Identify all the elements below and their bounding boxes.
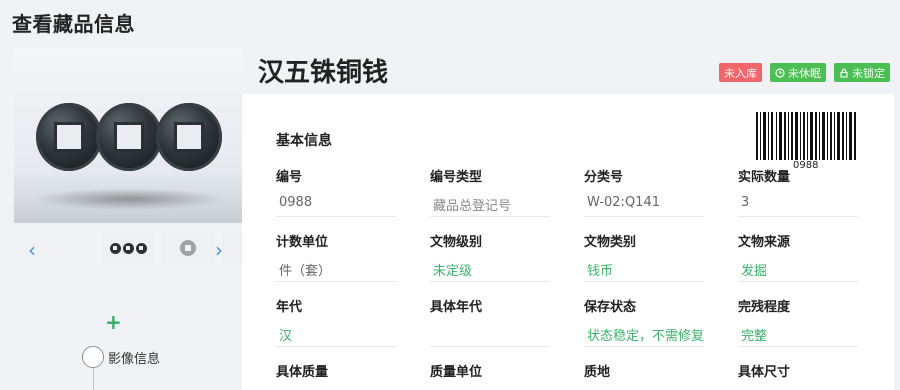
timeline-line bbox=[93, 368, 94, 390]
lock-icon bbox=[840, 68, 848, 78]
timeline-label-imaging[interactable]: 影像信息 bbox=[108, 348, 160, 367]
clock-icon bbox=[775, 67, 785, 78]
field-value: 未定级 bbox=[430, 260, 550, 282]
field-value: 藏品总登记号 bbox=[430, 195, 550, 217]
field-number-type: 编号类型 藏品总登记号 bbox=[430, 166, 550, 217]
status-badges: 未入库 未休眠 未锁定 bbox=[719, 63, 890, 82]
chevron-left-icon[interactable]: ‹ bbox=[28, 238, 36, 262]
coin-image-2 bbox=[96, 103, 162, 171]
field-relic-source: 文物来源 发掘 bbox=[738, 231, 858, 282]
status-badge-label: 未入库 bbox=[724, 66, 757, 80]
field-value: 汉 bbox=[276, 325, 396, 347]
field-label: 实际数量 bbox=[738, 170, 791, 185]
field-label: 具体质量 bbox=[276, 365, 329, 380]
field-label: 文物类别 bbox=[584, 235, 637, 250]
field-label: 质地 bbox=[584, 365, 611, 380]
field-label: 年代 bbox=[276, 300, 303, 315]
field-preservation-status: 保存状态 状态稳定，不需修复 bbox=[584, 296, 704, 347]
field-category-code: 分类号 W-02:Q141 bbox=[584, 166, 704, 217]
field-label: 文物来源 bbox=[738, 235, 791, 250]
field-value bbox=[430, 325, 550, 347]
thumbnail-2[interactable] bbox=[162, 232, 214, 264]
thumbnail-carousel: ‹ › bbox=[14, 232, 242, 266]
basic-info-card: 基本信息 0988 编号 0988 编号类型 藏品总登记号 分类号 W-02:Q… bbox=[242, 94, 894, 390]
field-label: 具体尺寸 bbox=[738, 365, 791, 380]
status-badge-label: 未休眠 bbox=[788, 66, 821, 80]
field-value: 3 bbox=[738, 195, 858, 217]
field-era: 年代 汉 bbox=[276, 296, 396, 347]
field-completeness: 完残程度 完整 bbox=[738, 296, 858, 347]
image-shadow bbox=[34, 188, 224, 210]
field-value: 状态稳定，不需修复 bbox=[584, 325, 704, 347]
field-label: 保存状态 bbox=[584, 300, 637, 315]
status-badge-label: 未锁定 bbox=[852, 66, 885, 80]
field-specific-era: 具体年代 bbox=[430, 296, 550, 347]
field-label: 编号类型 bbox=[430, 170, 483, 185]
coin-image-1 bbox=[36, 103, 102, 171]
add-icon[interactable]: + bbox=[105, 310, 122, 334]
field-value: 发掘 bbox=[738, 260, 858, 282]
page-title: 查看藏品信息 bbox=[12, 12, 135, 36]
collection-main-image[interactable] bbox=[14, 48, 242, 223]
field-label: 文物级别 bbox=[430, 235, 483, 250]
field-value: 钱币 bbox=[584, 260, 704, 282]
field-value: W-02:Q141 bbox=[584, 195, 704, 217]
field-mass-unit: 质量单位 bbox=[430, 361, 550, 380]
field-label: 具体年代 bbox=[430, 300, 483, 315]
field-value: 0988 bbox=[276, 195, 396, 217]
thumbnail-3[interactable] bbox=[222, 232, 242, 264]
status-badge-storage: 未入库 bbox=[719, 63, 762, 82]
field-number: 编号 0988 bbox=[276, 166, 396, 217]
field-label: 质量单位 bbox=[430, 365, 483, 380]
field-count-unit: 计数单位 件（套） bbox=[276, 231, 396, 282]
field-label: 完残程度 bbox=[738, 300, 791, 315]
field-label: 分类号 bbox=[584, 170, 624, 185]
section-title: 基本信息 bbox=[276, 133, 332, 149]
field-actual-quantity: 实际数量 3 bbox=[738, 166, 858, 217]
field-label: 编号 bbox=[276, 170, 303, 185]
timeline-node-icon bbox=[82, 346, 104, 368]
field-label: 计数单位 bbox=[276, 235, 329, 250]
field-value: 件（套） bbox=[276, 260, 396, 282]
item-title: 汉五铢铜钱 bbox=[258, 58, 389, 88]
field-specific-mass: 具体质量 bbox=[276, 361, 396, 380]
status-badge-dormant: 未休眠 bbox=[770, 63, 826, 82]
thumbnail-1[interactable] bbox=[102, 232, 154, 264]
field-relic-level: 文物级别 未定级 bbox=[430, 231, 550, 282]
coin-image-3 bbox=[156, 103, 222, 171]
barcode-image bbox=[756, 112, 856, 160]
field-material: 质地 bbox=[584, 361, 704, 380]
field-value: 完整 bbox=[738, 325, 858, 347]
status-badge-lock: 未锁定 bbox=[834, 63, 890, 82]
field-relic-category: 文物类别 钱币 bbox=[584, 231, 704, 282]
field-specific-size: 具体尺寸 bbox=[738, 361, 858, 380]
